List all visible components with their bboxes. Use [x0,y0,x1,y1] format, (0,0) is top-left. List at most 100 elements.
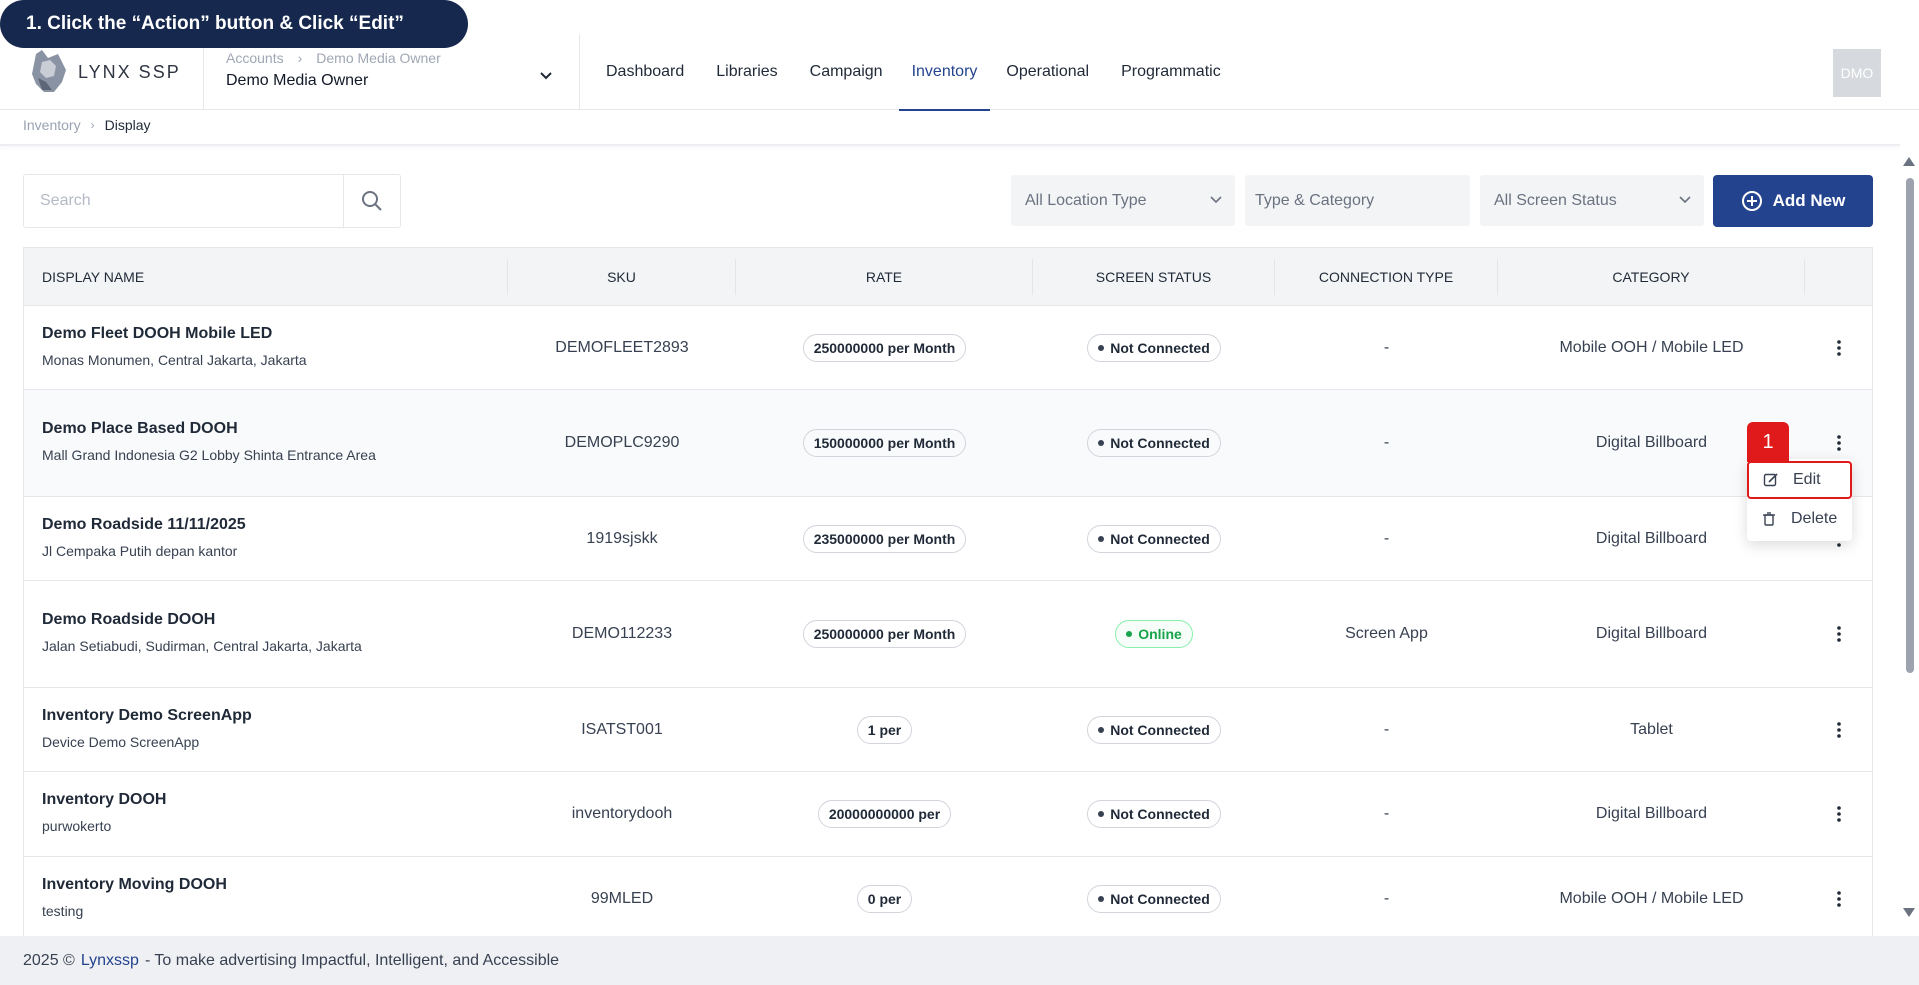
location-type-value: All Location Type [1025,191,1147,209]
screen-status-cell: Not Connected [1033,715,1275,744]
trash-icon [1763,512,1775,526]
search-box [23,174,401,228]
screen-status-select[interactable]: All Screen Status [1480,175,1704,226]
header-divider [579,34,580,110]
nav-operational[interactable]: Operational [990,34,1105,110]
display-name[interactable]: Inventory DOOH [42,791,508,809]
rate-pill: 250000000 per Month [802,620,967,648]
edit-label: Edit [1793,471,1821,488]
search-button[interactable] [343,175,400,227]
more-vertical-icon[interactable] [1829,802,1849,826]
table-row[interactable]: Demo Roadside DOOH Jalan Setiabudi, Sudi… [24,581,1872,688]
status-text: Not Connected [1110,530,1210,547]
status-badge: Online [1115,620,1193,648]
column-header-sku[interactable]: SKU [508,258,736,295]
edit-menu-item[interactable]: Edit [1747,461,1852,499]
table-row[interactable]: Demo Place Based DOOH Mall Grand Indones… [24,390,1872,497]
column-header-rate[interactable]: RATE [736,258,1033,295]
sku-cell: ISATST001 [581,720,663,738]
table-row[interactable]: Inventory DOOH purwokerto inventorydooh … [24,772,1872,857]
display-location: Jl Cempaka Putih depan kantor [42,542,238,559]
display-name-cell: Demo Roadside DOOH Jalan Setiabudi, Sudi… [24,611,508,657]
tutorial-banner: 1. Click the “Action” button & Click “Ed… [0,0,468,48]
scroll-down-icon[interactable] [1899,904,1919,920]
column-header-screen-status[interactable]: SCREEN STATUS [1033,258,1275,295]
avatar[interactable]: DMO [1833,49,1881,97]
connection-type-cell: - [1383,720,1390,738]
more-vertical-icon[interactable] [1829,718,1849,742]
rate-cell: 150000000 per Month [736,429,1033,457]
display-name[interactable]: Inventory Demo ScreenApp [42,707,508,725]
logo[interactable]: LYNX SSP [28,48,181,96]
screen-status-cell: Online [1033,620,1275,648]
display-name[interactable]: Demo Roadside 11/11/2025 [42,516,508,534]
table-row[interactable]: Demo Roadside 11/11/2025 Jl Cempaka Puti… [24,497,1872,581]
column-header-category[interactable]: CATEGORY [1498,258,1805,295]
account-crumb-parent[interactable]: Accounts [226,50,284,66]
status-dot-icon [1126,631,1133,637]
add-new-label: Add New [1772,191,1846,210]
footer-brand-link[interactable]: Lynxssp [81,952,139,970]
account-switcher[interactable]: Accounts › Demo Media Owner Demo Media O… [226,50,556,90]
footer-tagline: - To make advertising Impactful, Intelli… [144,951,560,969]
column-header-display-name[interactable]: DISPLAY NAME [24,258,508,295]
display-name-cell: Inventory Demo ScreenApp Device Demo Scr… [24,707,508,753]
display-name-cell: Demo Roadside 11/11/2025 Jl Cempaka Puti… [24,516,508,562]
display-location: Monas Monumen, Central Jakarta, Jakarta [42,351,307,368]
location-type-select[interactable]: All Location Type [1011,175,1235,226]
nav-programmatic[interactable]: Programmatic [1105,34,1237,110]
category-cell: Digital Billboard [1595,805,1708,822]
status-text: Not Connected [1110,891,1210,907]
status-dot-icon [1098,440,1105,446]
display-location: Jalan Setiabudi, Sudirman, Central Jakar… [42,638,362,654]
delete-menu-item[interactable]: Delete [1747,500,1852,538]
more-vertical-icon[interactable] [1829,887,1849,911]
rate-cell: 250000000 per Month [736,333,1033,362]
screen-status-value: All Screen Status [1494,191,1617,209]
column-header-connection-type[interactable]: CONNECTION TYPE [1275,258,1498,295]
scrollbar[interactable] [1899,150,1919,920]
connection-type-cell: - [1383,434,1390,451]
rate-cell: 235000000 per Month [736,524,1033,553]
category-cell: Mobile OOH / Mobile LED [1559,338,1744,356]
edit-icon [1763,473,1778,487]
more-vertical-icon[interactable] [1829,431,1849,455]
nav-libraries[interactable]: Libraries [700,34,793,110]
scroll-thumb[interactable] [1906,178,1914,673]
scroll-up-icon[interactable] [1899,154,1919,170]
display-name[interactable]: Demo Fleet DOOH Mobile LED [42,325,508,343]
action-cell [1805,718,1872,742]
more-vertical-icon[interactable] [1829,622,1849,646]
nav-dashboard[interactable]: Dashboard [590,34,700,110]
search-input[interactable] [24,175,343,227]
status-badge: Not Connected [1087,885,1221,913]
table-header: DISPLAY NAME SKU RATE SCREEN STATUS CONN… [24,248,1872,306]
sku-cell: DEMOFLEET2893 [555,338,689,356]
breadcrumb-inventory[interactable]: Inventory [23,117,81,133]
add-new-button[interactable]: Add New [1713,175,1873,227]
chevron-right-icon: › [297,50,303,66]
type-category-select[interactable]: Type & Category [1245,175,1470,226]
nav-inventory[interactable]: Inventory [898,34,991,111]
rate-cell: 20000000000 per [736,800,1033,828]
chevron-down-icon[interactable] [536,66,556,86]
display-name[interactable]: Inventory Moving DOOH [42,876,508,894]
rate-pill: 0 per [856,885,913,913]
action-cell [1805,431,1872,455]
display-name[interactable]: Demo Roadside DOOH [42,611,508,629]
display-name[interactable]: Demo Place Based DOOH [42,420,508,438]
breadcrumb-display: Display [104,117,151,133]
table-row[interactable]: Demo Fleet DOOH Mobile LED Monas Monumen… [24,306,1872,390]
rate-cell: 0 per [736,885,1033,913]
status-dot-icon [1098,344,1105,351]
action-cell [1805,887,1872,911]
chevron-down-icon [1679,196,1691,204]
chevron-right-icon: › [90,118,95,132]
display-location: purwokerto [42,818,112,834]
main-nav: Dashboard Libraries Campaign Inventory O… [590,34,1237,111]
table-row[interactable]: Inventory Moving DOOH testing 99MLED 0 p… [24,857,1872,941]
nav-campaign[interactable]: Campaign [794,34,899,110]
more-vertical-icon[interactable] [1829,336,1849,360]
table-row[interactable]: Inventory Demo ScreenApp Device Demo Scr… [24,688,1872,772]
status-badge: Not Connected [1087,429,1221,457]
